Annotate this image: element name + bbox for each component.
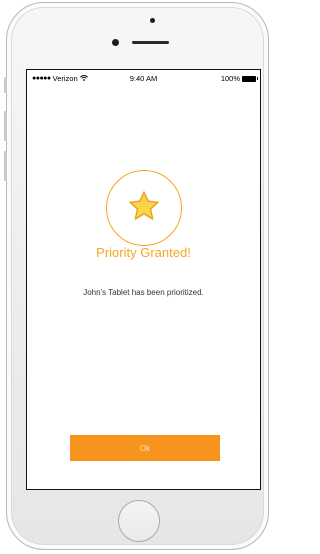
proximity-sensor (150, 18, 155, 23)
star-icon (126, 188, 162, 229)
silent-switch (4, 77, 7, 93)
volume-down-button (4, 151, 7, 181)
dialog-title: Priority Granted! (96, 245, 191, 260)
battery-icon (242, 75, 258, 82)
star-badge (106, 170, 182, 246)
earpiece-speaker (132, 41, 169, 44)
volume-up-button (4, 111, 7, 141)
front-camera (112, 39, 119, 46)
battery-percent: 100% (220, 74, 240, 83)
ok-button[interactable]: Ok (70, 435, 220, 461)
phone-screen: ●●●●● Verizon 9:40 AM 100% Priority Gran… (26, 69, 261, 490)
home-button[interactable] (118, 500, 160, 542)
dialog-message: John's Tablet has been prioritized. (83, 288, 204, 297)
status-bar: ●●●●● Verizon 9:40 AM 100% (27, 70, 260, 86)
status-right: 100% (220, 74, 258, 83)
